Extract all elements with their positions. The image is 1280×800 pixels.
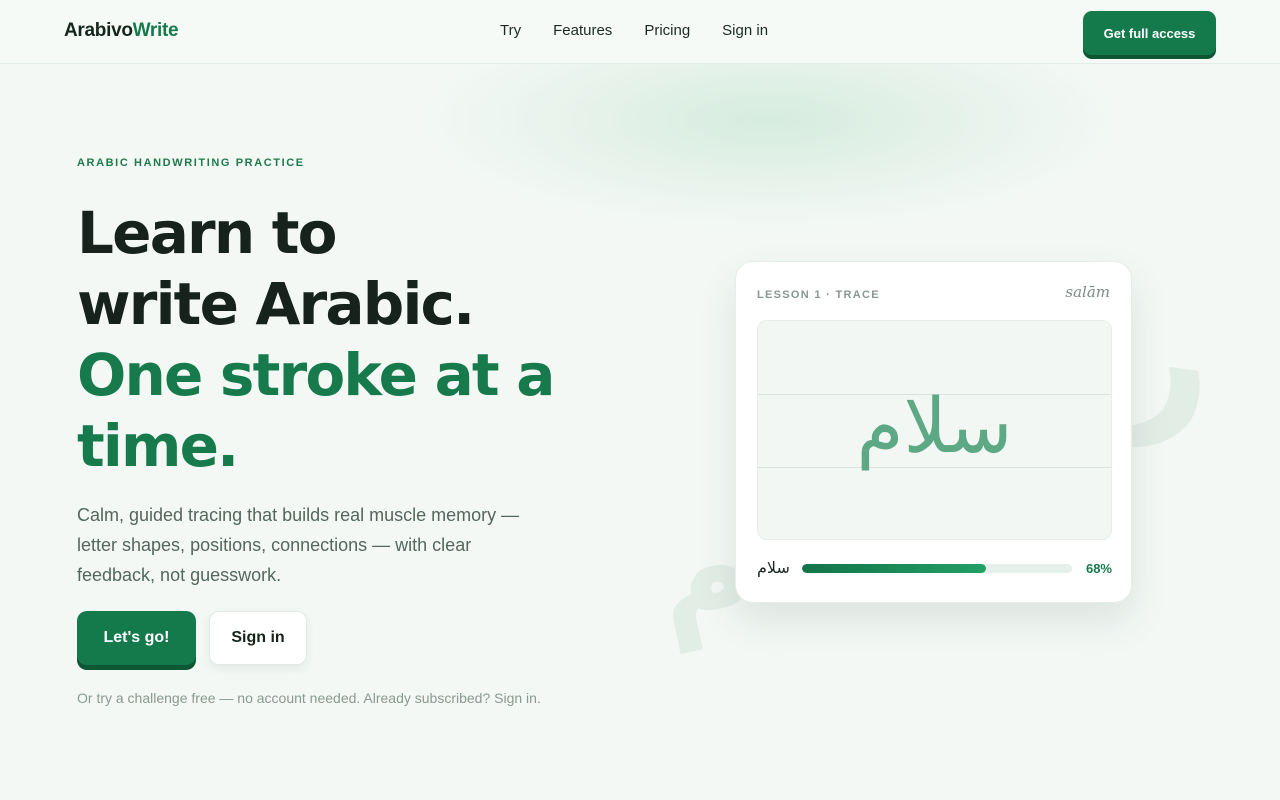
get-full-access-button[interactable]: Get full access	[1083, 11, 1216, 55]
hero-headline: Learn to write Arabic. One stroke at a t…	[77, 198, 597, 482]
lesson-preview-card: LESSON 1 · TRACE salām سلام سلام 68%	[735, 261, 1132, 603]
hero-eyebrow: ARABIC HANDWRITING PRACTICE	[77, 157, 305, 169]
nav-features-link[interactable]: Features	[553, 22, 612, 39]
headline-accent-line-1: One stroke at a	[77, 341, 555, 409]
brand-name-part2: Write	[132, 20, 179, 41]
transliteration-label: salām	[1065, 283, 1110, 301]
lets-go-button[interactable]: Let's go!	[77, 611, 196, 665]
progress-word: سلام	[757, 558, 790, 577]
progress-bar-fill	[802, 564, 986, 573]
top-nav-bar: ArabivoWrite Try Features Pricing Sign i…	[0, 0, 1280, 64]
progress-row: سلام 68%	[757, 558, 1112, 580]
headline-line-2: write Arabic.	[77, 270, 475, 338]
tracing-canvas[interactable]: سلام	[757, 320, 1112, 540]
brand-logo[interactable]: ArabivoWrite	[64, 20, 179, 42]
brand-name-part1: Arabivo	[64, 20, 133, 41]
headline-accent-line-2: time.	[77, 412, 239, 480]
nav-pricing-link[interactable]: Pricing	[644, 22, 690, 39]
main-nav: Try Features Pricing Sign in	[500, 22, 800, 39]
trace-word: سلام	[856, 381, 1013, 470]
hero-footnote: Or try a challenge free — no account nee…	[77, 690, 541, 706]
nav-sign-in-link[interactable]: Sign in	[722, 22, 768, 39]
nav-try-link[interactable]: Try	[500, 22, 521, 39]
progress-bar	[802, 564, 1072, 573]
sign-in-button[interactable]: Sign in	[209, 611, 307, 665]
progress-percent: 68%	[1085, 561, 1112, 576]
headline-line-1: Learn to	[77, 199, 338, 267]
hero-description: Calm, guided tracing that builds real mu…	[77, 505, 520, 585]
lesson-tag: LESSON 1 · TRACE	[757, 289, 880, 301]
